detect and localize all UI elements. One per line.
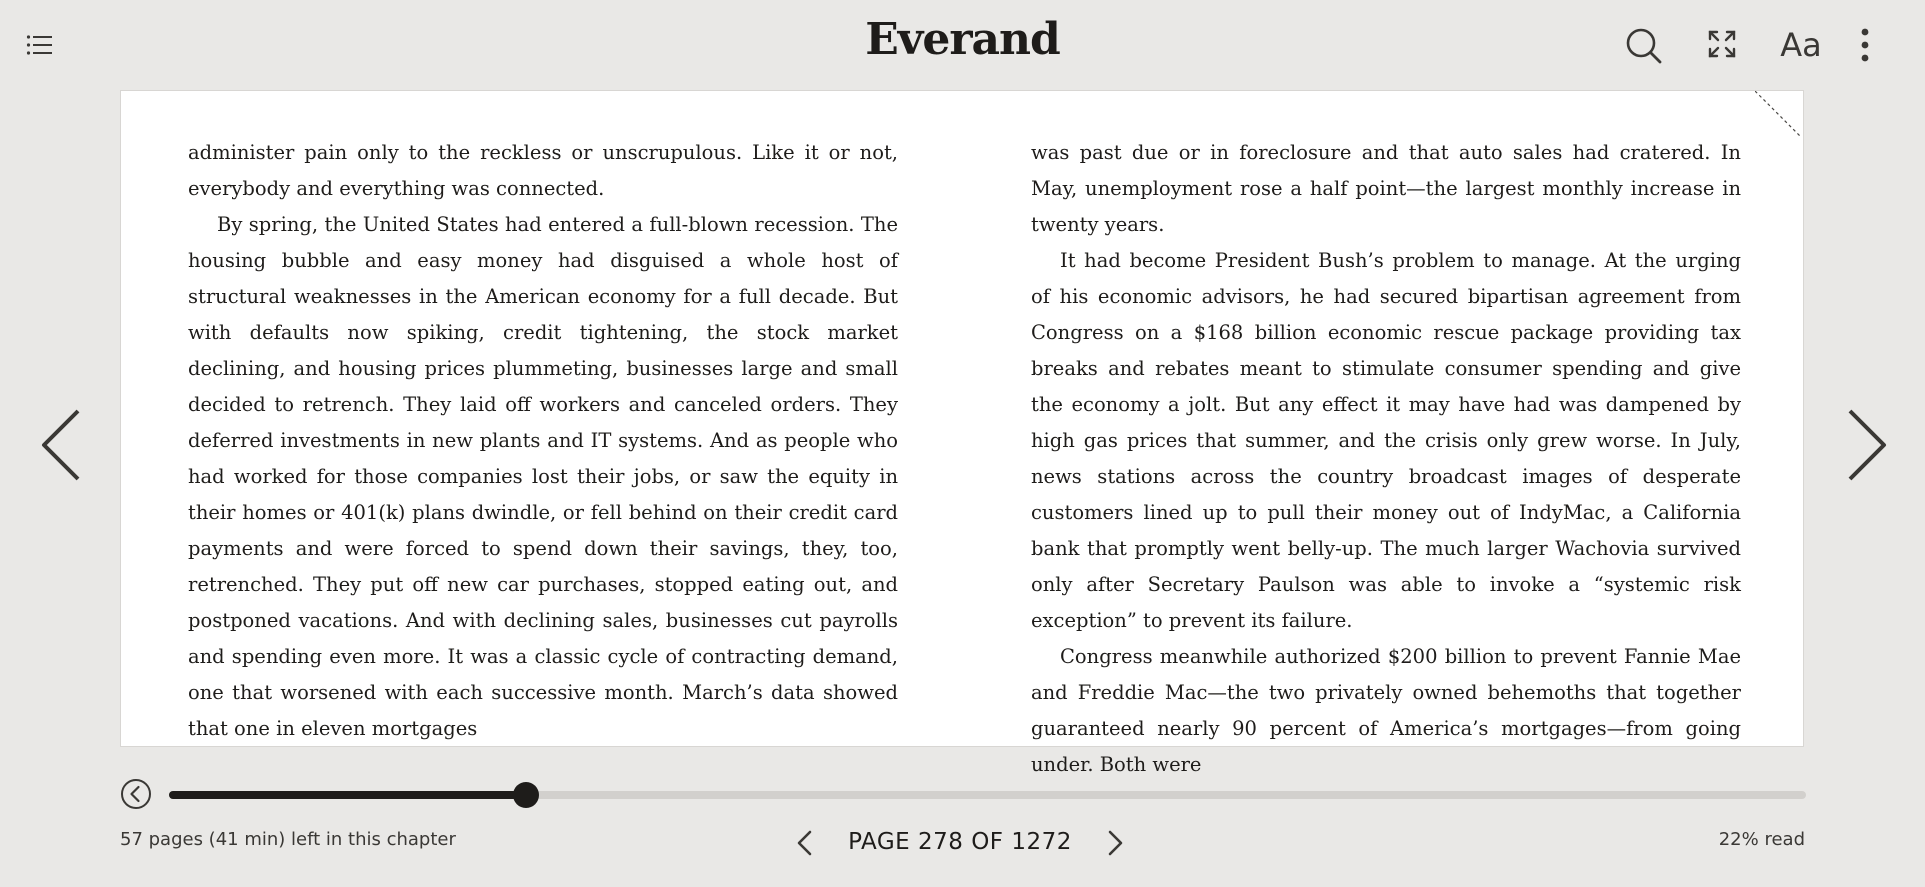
chevron-left-icon bbox=[797, 830, 812, 856]
paragraph: was past due or in foreclosure and that … bbox=[1031, 141, 1741, 236]
bookmark-corner[interactable] bbox=[1755, 91, 1803, 139]
fullscreen-icon bbox=[1708, 30, 1736, 58]
paragraph: It had become President Bush’s problem t… bbox=[1031, 249, 1741, 632]
chevron-right-icon bbox=[1108, 830, 1123, 856]
chevron-left-icon bbox=[42, 409, 80, 481]
page-prev-button[interactable] bbox=[790, 827, 820, 859]
more-options-button[interactable] bbox=[1850, 22, 1880, 68]
paragraph: administer pain only to the reckless or … bbox=[188, 141, 898, 200]
progress-fill bbox=[169, 791, 526, 799]
chapter-remaining-text: 57 pages (41 min) left in this chapter bbox=[120, 829, 456, 850]
previous-page-button[interactable] bbox=[30, 400, 90, 490]
paragraph: Congress meanwhile authorized $200 billi… bbox=[1031, 645, 1741, 776]
reader-toolbar: Everand Aa bbox=[0, 0, 1925, 90]
progress-thumb[interactable] bbox=[512, 782, 539, 808]
paragraph: By spring, the United States had entered… bbox=[188, 213, 898, 740]
font-settings-button[interactable]: Aa bbox=[1775, 22, 1827, 68]
page-indicator: PAGE 278 OF 1272 bbox=[848, 829, 1072, 855]
text-column-left: administer pain only to the reckless or … bbox=[188, 135, 898, 747]
book-page: administer pain only to the reckless or … bbox=[120, 90, 1804, 776]
page-navigator: PAGE 278 OF 1272 bbox=[790, 821, 1130, 865]
search-button[interactable] bbox=[1620, 22, 1668, 70]
fullscreen-button[interactable] bbox=[1702, 24, 1742, 64]
return-to-position-button[interactable] bbox=[120, 778, 152, 810]
search-icon bbox=[1626, 28, 1662, 64]
progress-slider[interactable] bbox=[169, 782, 1806, 808]
percent-read-text: 22% read bbox=[1718, 829, 1805, 850]
reading-progress bbox=[120, 776, 1810, 812]
chevron-right-icon bbox=[1848, 409, 1886, 481]
text-column-right: was past due or in foreclosure and that … bbox=[1031, 135, 1741, 783]
next-page-button[interactable] bbox=[1838, 400, 1898, 490]
more-vertical-icon bbox=[1861, 28, 1869, 62]
history-back-icon bbox=[121, 779, 151, 809]
page-next-button[interactable] bbox=[1100, 827, 1130, 859]
